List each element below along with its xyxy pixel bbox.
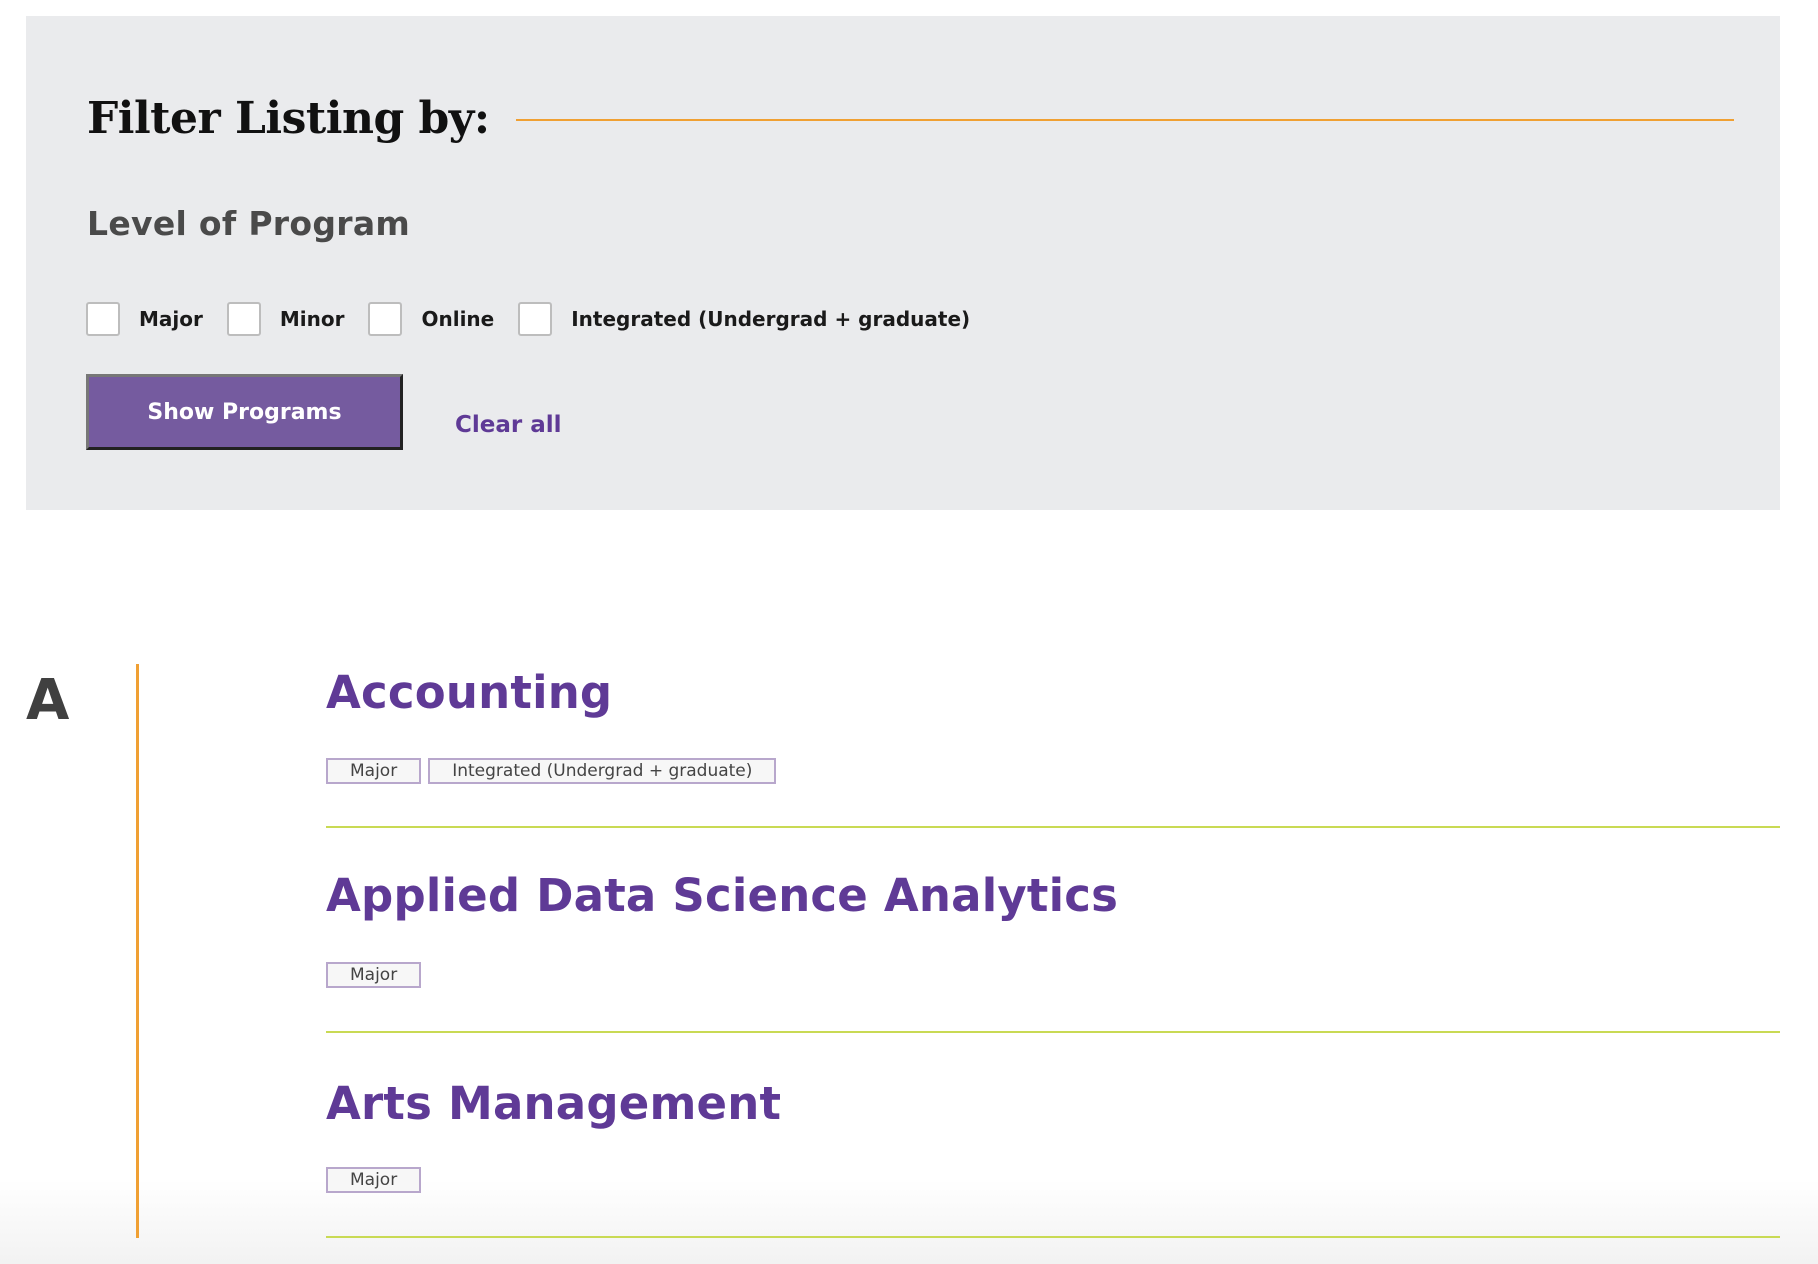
checkbox-major[interactable]: Major	[86, 302, 203, 336]
filter-title-divider	[515, 119, 1734, 121]
level-checkbox-group: Major Minor Online Integrated (Undergrad…	[86, 302, 994, 336]
checkbox-online-label[interactable]: Online	[421, 307, 494, 331]
tag-integrated: Integrated (Undergrad + graduate)	[428, 758, 777, 784]
letter-group-divider	[136, 664, 139, 1238]
clear-all-link[interactable]: Clear all	[455, 412, 562, 438]
tag-major: Major	[326, 1167, 422, 1193]
filter-panel: Filter Listing by: Level of Program Majo…	[26, 16, 1780, 510]
checkbox-online[interactable]: Online	[368, 302, 494, 336]
program-title-applied-data-science-analytics[interactable]: Applied Data Science Analytics	[326, 869, 1118, 922]
filter-title-row: Filter Listing by:	[87, 78, 1734, 158]
checkbox-major-label[interactable]: Major	[139, 307, 203, 331]
program-title-accounting[interactable]: Accounting	[326, 666, 612, 719]
program-item: Accounting Major Integrated (Undergrad +…	[326, 622, 1780, 828]
checkbox-major-box[interactable]	[86, 302, 120, 336]
show-programs-button[interactable]: Show Programs	[86, 374, 403, 450]
program-title-arts-management[interactable]: Arts Management	[326, 1077, 781, 1130]
checkbox-integrated-label[interactable]: Integrated (Undergrad + graduate)	[571, 307, 970, 331]
filter-title: Filter Listing by:	[87, 92, 490, 144]
program-divider	[326, 1236, 1780, 1238]
program-item: Applied Data Science Analytics Major	[326, 827, 1780, 1033]
tag-major: Major	[326, 758, 422, 784]
program-tags: Major Integrated (Undergrad + graduate)	[326, 758, 783, 784]
program-tags: Major	[326, 962, 428, 988]
program-tags: Major	[326, 1167, 428, 1193]
checkbox-minor-label[interactable]: Minor	[280, 307, 345, 331]
level-of-program-heading: Level of Program	[87, 204, 411, 243]
program-item: Arts Management Major	[326, 1032, 1780, 1238]
checkbox-online-box[interactable]	[368, 302, 403, 336]
letter-heading-a: A	[26, 668, 70, 733]
checkbox-minor[interactable]: Minor	[226, 302, 345, 336]
tag-major: Major	[326, 962, 422, 988]
checkbox-integrated-box[interactable]	[518, 302, 553, 336]
checkbox-integrated[interactable]: Integrated (Undergrad + graduate)	[518, 302, 970, 336]
checkbox-minor-box[interactable]	[226, 302, 261, 336]
